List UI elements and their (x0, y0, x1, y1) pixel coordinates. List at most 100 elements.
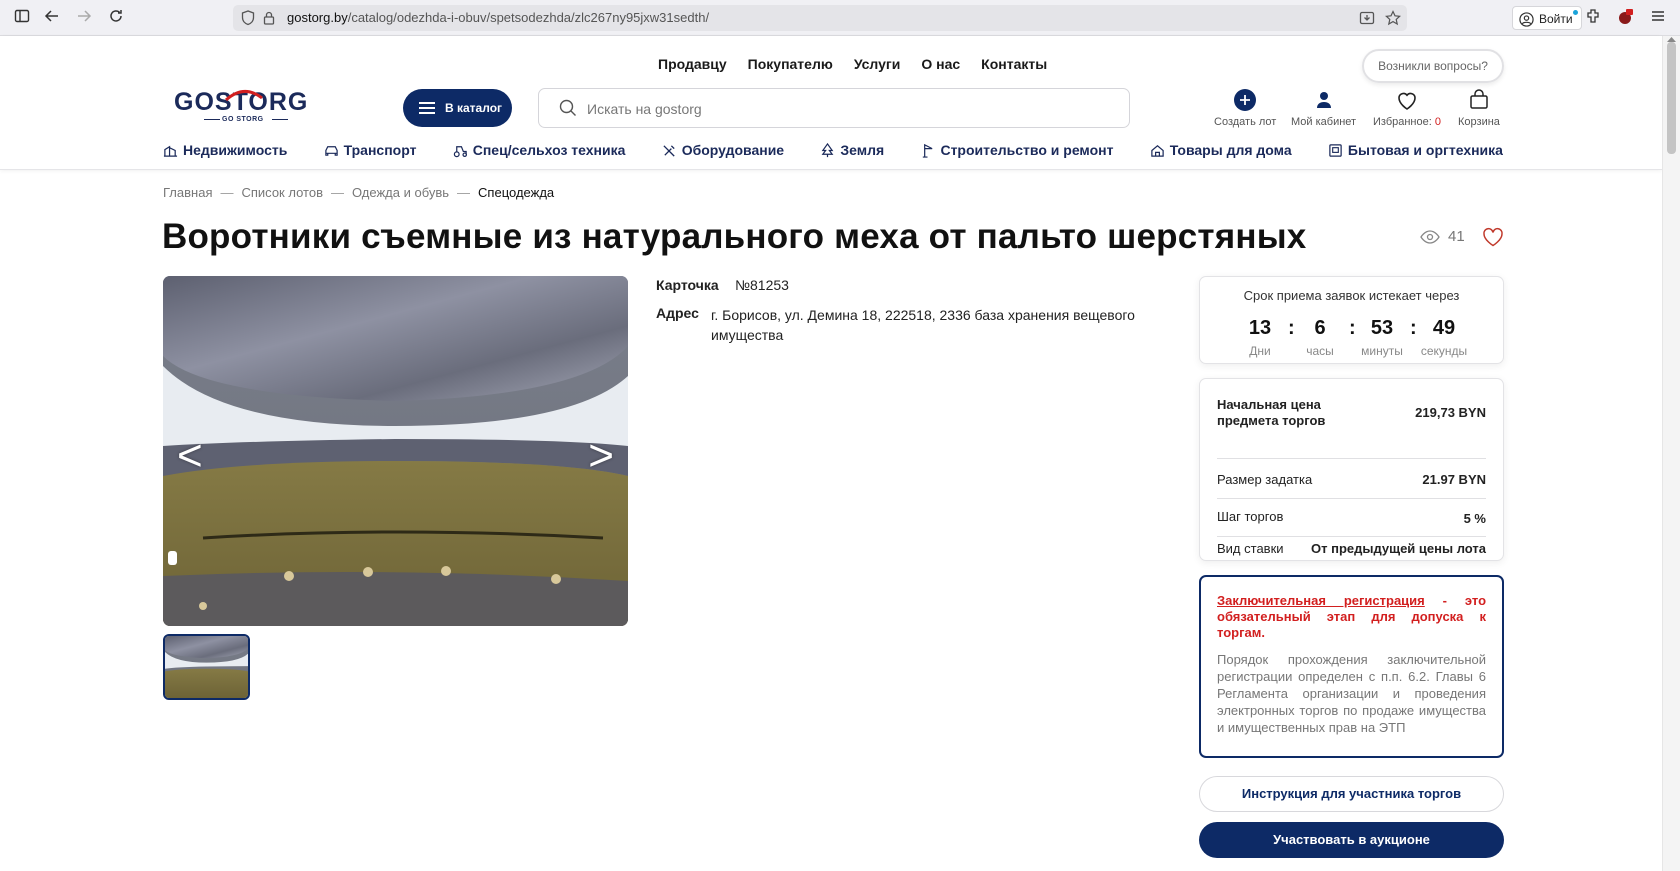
category-special-machinery[interactable]: Спец/сельхоз техника (453, 142, 625, 158)
create-lot-button[interactable]: Создать лот (1214, 88, 1276, 128)
countdown-hours-label: часы (1306, 344, 1334, 358)
home-icon (1151, 144, 1164, 157)
view-counter: 41 (1420, 228, 1465, 245)
page-scrollbar[interactable] (1662, 36, 1680, 871)
final-registration-link[interactable]: Заключительная регистрация (1217, 593, 1425, 608)
participate-auction-button[interactable]: Участвовать в аукционе (1199, 822, 1504, 858)
category-label: Строительство и ремонт (940, 142, 1114, 158)
nav-about[interactable]: О нас (921, 56, 960, 72)
step-value: 5 % (1463, 511, 1486, 526)
tools-icon (663, 144, 675, 157)
category-nav: Недвижимость Транспорт Спец/сельхоз техн… (163, 142, 1503, 158)
category-construction[interactable]: Строительство и ремонт (920, 142, 1113, 158)
countdown-days: 13 (1248, 317, 1272, 339)
deposit-row: Размер задатка 21.97 BYN (1217, 459, 1486, 499)
page-title: Воротники съемные из натурального меха о… (162, 217, 1307, 256)
instruction-button[interactable]: Инструкция для участника торгов (1199, 776, 1504, 812)
notice-description: Порядок прохождения заключительной регис… (1217, 652, 1486, 735)
search-icon[interactable] (559, 99, 577, 117)
create-lot-label: Создать лот (1214, 116, 1277, 128)
bid-type-value: От предыдущей цены лота (1311, 541, 1486, 556)
shield-icon[interactable] (241, 10, 255, 31)
site-logo[interactable]: GOSTORG GO STORG (174, 88, 320, 128)
breadcrumb: Главная — Список лотов — Одежда и обувь … (163, 185, 554, 200)
breadcrumb-separator: — (330, 185, 344, 200)
search-input[interactable] (587, 98, 1107, 120)
start-price-row: Начальная цена предмета торгов 219,73 BY… (1217, 397, 1486, 459)
breadcrumb-home[interactable]: Главная (163, 185, 212, 200)
countdown-separator: : (1288, 317, 1295, 339)
my-cabinet-button[interactable]: Мой кабинет (1291, 88, 1356, 128)
favorites-count: 0 (1434, 116, 1441, 128)
breadcrumb-separator: — (220, 185, 234, 200)
url-text[interactable]: gostorg.by/catalog/odezhda-i-obuv/spetso… (287, 10, 709, 25)
questions-button[interactable]: Возникли вопросы? (1362, 49, 1504, 83)
scrollbar-thumb[interactable] (1667, 42, 1676, 154)
signin-label: Войти (1539, 12, 1573, 26)
category-label: Товары для дома (1169, 142, 1292, 158)
lock-icon[interactable] (263, 10, 275, 31)
nav-services[interactable]: Услуги (854, 56, 901, 72)
gallery-next-arrow[interactable]: > (588, 434, 614, 478)
start-price-label: Начальная цена предмета торгов (1217, 397, 1326, 428)
breadcrumb-current: Спецодежда (478, 185, 555, 200)
forward-icon[interactable] (74, 8, 94, 28)
category-office-equipment[interactable]: Бытовая и оргтехника (1328, 142, 1503, 158)
card-number-row: Карточка №81253 (656, 277, 789, 293)
bid-type-label: Вид ставки (1217, 541, 1284, 556)
address-bar[interactable]: gostorg.by/catalog/odezhda-i-obuv/spetso… (233, 5, 1407, 31)
catalog-button-label: В каталог (445, 101, 503, 115)
logo-subtext: GO STORG (222, 116, 264, 123)
user-icon (1316, 92, 1331, 108)
hamburger-icon (419, 102, 435, 114)
nav-contacts[interactable]: Контакты (981, 56, 1047, 72)
notice-warning: Заключительная регистрация - это обязате… (1217, 593, 1486, 641)
extensions-icon[interactable] (1584, 8, 1604, 28)
favorites-label: Избранное: (1373, 116, 1432, 128)
bid-type-row: Вид ставки От предыдущей цены лота (1217, 537, 1486, 561)
nav-buyer[interactable]: Покупателю (748, 56, 833, 72)
category-real-estate[interactable]: Недвижимость (163, 142, 287, 158)
countdown-hours: 6 (1314, 317, 1326, 339)
addon-badge-icon[interactable] (1615, 8, 1635, 28)
main-image[interactable]: < > (163, 276, 628, 626)
category-transport[interactable]: Транспорт (324, 142, 416, 158)
cart-label: Корзина (1458, 116, 1500, 128)
buildings-icon (163, 145, 178, 157)
cart-button[interactable]: Корзина (1458, 88, 1500, 128)
reader-download-icon[interactable] (1359, 10, 1375, 31)
add-to-favorites-heart-icon[interactable] (1482, 227, 1504, 247)
category-label: Оборудование (681, 142, 785, 158)
catalog-button[interactable]: В каталог (403, 89, 512, 127)
menu-icon[interactable] (1648, 8, 1668, 28)
car-icon (324, 145, 338, 156)
countdown-days-label: Дни (1249, 344, 1271, 358)
nav-seller[interactable]: Продавцу (658, 56, 727, 72)
countdown-minutes: 53 (1370, 317, 1394, 339)
back-icon[interactable] (42, 8, 62, 28)
breadcrumb-lots[interactable]: Список лотов (241, 185, 323, 200)
reload-icon[interactable] (106, 8, 126, 28)
heart-icon (1398, 92, 1416, 110)
eye-icon (1420, 229, 1440, 244)
logo-line-left (204, 119, 220, 120)
gallery-thumbnail[interactable] (163, 634, 250, 700)
category-home-goods[interactable]: Товары для дома (1150, 142, 1292, 158)
step-row: Шаг торгов 5 % (1217, 499, 1486, 537)
sidebar-toggle-icon[interactable] (12, 8, 32, 28)
breadcrumb-clothing[interactable]: Одежда и обувь (352, 185, 449, 200)
logo-swoosh-icon (225, 90, 263, 102)
crane-icon (923, 143, 933, 158)
account-signin-button[interactable]: Войти (1512, 6, 1582, 30)
bookmark-star-icon[interactable] (1385, 10, 1401, 31)
countdown-seconds-label: секунды (1420, 344, 1468, 358)
favorites-button[interactable]: Избранное: 0 (1373, 88, 1441, 128)
registration-notice: Заключительная регистрация - это обязате… (1199, 575, 1504, 758)
gallery-prev-arrow[interactable]: < (177, 434, 203, 478)
site-header: Продавцу Покупателю Услуги О нас Контакт… (0, 36, 1662, 170)
category-label: Земля (840, 142, 885, 158)
pricing-card: Начальная цена предмета торгов 219,73 BY… (1199, 378, 1504, 561)
category-land[interactable]: Земля (820, 142, 884, 158)
logo-line-right (272, 119, 288, 120)
category-equipment[interactable]: Оборудование (662, 142, 784, 158)
